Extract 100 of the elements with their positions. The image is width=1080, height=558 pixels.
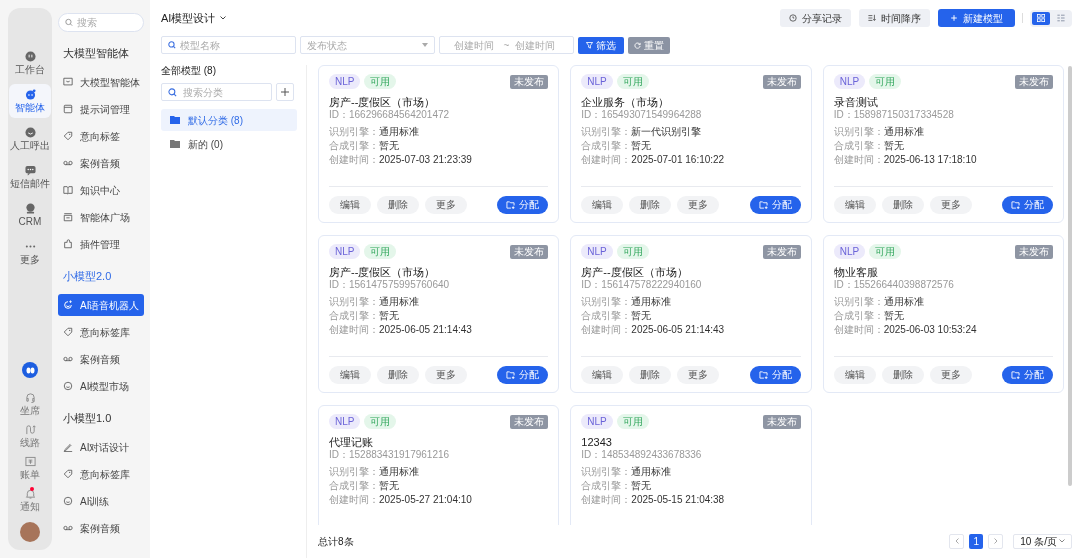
field-label: 合成引擎： [329,139,379,153]
assign-button[interactable]: 分配 [1002,195,1053,214]
model-card[interactable]: NLP 可用 未发布 房产--度假区（市场） ID：156147578222940160 识别引擎：通用标准 合成引擎：暂无 创建时间：2025-06-05 21:14:43 编辑 删除 更多 分配 [570,235,812,393]
assign-button[interactable]: 分配 [497,365,549,384]
sidebar-item[interactable]: 意向标签库 [58,321,144,343]
view-toggle-button[interactable] [1032,11,1050,25]
sidebar-item[interactable]: 案例音频 [58,517,144,539]
card-action-button[interactable]: 删除 [629,365,672,384]
card-action-button[interactable]: 编辑 [833,365,876,384]
message-icon [24,165,36,176]
model-card[interactable]: NLP 可用 未发布 房产--度假区（市场） ID：166296684564201472 识别引擎：通用标准 合成引擎：暂无 创建时间：2025-07-03 21:23:39 编辑 删除 更多 分配 [318,65,560,223]
assign-button[interactable]: 分配 [749,195,801,214]
card-action-button[interactable]: 删除 [377,365,419,384]
filter-button[interactable]: 筛选 [578,36,624,54]
caret-icon[interactable] [220,16,227,20]
message-icon [63,77,73,87]
card-action-button[interactable]: 更多 [929,195,972,214]
sidebar-item[interactable]: 智能体广场 [58,206,144,228]
previous-page-button[interactable] [949,533,965,549]
field-label: 创建时间： [329,493,379,507]
rail-item[interactable]: CRM [9,198,51,232]
header-button[interactable]: 分享记录 [780,9,851,27]
search-box[interactable]: 搜索 [58,13,144,32]
assign-button[interactable]: 分配 [497,195,549,214]
assign-button[interactable]: 分配 [749,365,801,384]
model-card[interactable]: NLP 可用 未发布 物业客服 ID：155266440398872576 识别引擎：通用标准 合成引擎：暂无 创建时间：2025-06-03 10:53:24 编辑 删除 更多 分配 [822,235,1064,393]
avatar[interactable] [20,522,40,542]
sidebar-item[interactable]: 知识中心 [58,179,144,201]
status-dropdown[interactable]: 发布状态 [300,36,435,54]
rail-item[interactable]: 坐席 [20,392,40,416]
header-button[interactable]: 时间降序 [859,9,930,27]
sidebar-item[interactable]: 插件管理 [58,233,144,255]
clock-icon [789,14,797,22]
status-badge: 未发布 [510,414,549,429]
folder-plus-icon [758,370,768,379]
sidebar-item[interactable]: AI模型市场 [58,375,144,397]
card-action-button[interactable]: 编辑 [833,195,876,214]
card-action-button[interactable]: 更多 [677,195,720,214]
category-search-box[interactable]: 搜索分类 [161,83,272,101]
end-date-field[interactable]: 创建时间 [515,37,560,53]
page-button[interactable]: 1 [969,533,984,549]
scrollbar[interactable] [1068,66,1072,486]
rail-item[interactable]: 人工呼出 [9,122,51,156]
rail-item[interactable]: 短信邮件 [9,160,51,194]
rail-item[interactable]: 通知 [20,488,40,512]
sidebar-item[interactable]: 提示词管理 [58,98,144,120]
rail-item[interactable]: 更多 [9,236,51,270]
field-label: 识别引擎： [833,125,884,139]
rail-item[interactable]: 智能体 [9,84,51,118]
assign-button[interactable]: 分配 [1002,365,1053,384]
search-icon [168,87,177,97]
card-action-button[interactable]: 更多 [929,365,972,384]
card-action-button[interactable]: 更多 [677,365,720,384]
category-item[interactable]: 新的 (0) [161,133,297,155]
category-item[interactable]: 默认分类 (8) [161,109,297,131]
sidebar-item[interactable]: 案例音频 [58,348,144,370]
field-value: 暂无 [379,139,399,153]
sidebar-item[interactable]: AI对话设计 [58,436,144,458]
card-action-button[interactable]: 编辑 [329,365,371,384]
model-card[interactable]: NLP 可用 未发布 企业服务（市场） ID：165493071549964288 识别引擎：新一代识别引擎 合成引擎：暂无 创建时间：2025-07-01 16:10:22 编辑 删除 更多 分配 [570,65,812,223]
search-field[interactable]: 搜索 [77,15,137,30]
model-card[interactable]: NLP 可用 未发布 录音测试 ID：158987150317334528 识别引擎：通用标准 合成引擎：暂无 创建时间：2025-06-13 17:18:10 编辑 删除 更多 分配 [822,65,1064,223]
model-id: ID：158987150317334528 [833,109,955,121]
model-name: 房产--度假区（市场） [329,265,437,279]
next-page-button[interactable] [988,533,1004,549]
model-card[interactable]: NLP 可用 未发布 12343 ID：148534892433678336 识别引擎：通用标准 合成引擎：暂无 创建时间：2025-05-15 21:04:38 [570,405,812,525]
model-card[interactable]: NLP 可用 未发布 代理记账 ID：152883431917961216 识别引擎：通用标准 合成引擎：暂无 创建时间：2025-05-27 21:04:10 [318,405,560,525]
status-select[interactable]: 发布状态 [307,37,422,53]
route-icon [24,424,36,435]
card-action-button[interactable]: 编辑 [581,365,624,384]
sidebar-item[interactable]: AI语音机器人 [58,294,144,316]
start-date-field[interactable]: 创建时间 [453,37,498,53]
funnel-icon [586,41,593,49]
card-action-button[interactable]: 编辑 [581,195,624,214]
sidebar-item[interactable]: 案例音频 [58,152,144,174]
card-action-button[interactable]: 删除 [377,195,419,214]
tag-icon [63,327,73,337]
model-name-field[interactable]: 模型名称 [180,37,289,53]
card-action-button[interactable]: 更多 [425,195,467,214]
rail-item[interactable]: 账单 [20,456,40,480]
card-action-button[interactable]: 删除 [629,195,672,214]
model-id: ID：152883431917961216 [329,449,451,461]
model-name-box[interactable]: 模型名称 [161,36,296,54]
card-action-button[interactable]: 删除 [881,365,924,384]
tag: NLP [833,244,866,259]
rail-item[interactable]: 工作台 [9,46,51,80]
card-action-button[interactable]: 编辑 [329,195,371,214]
page-size-select[interactable]: 10 条/页 [1013,533,1072,549]
model-card[interactable]: NLP 可用 未发布 房产--度假区（市场） ID：156147575995760640 识别引擎：通用标准 合成引擎：暂无 创建时间：2025-06-05 21:14:43 编辑 删除 更多 分配 [318,235,560,393]
category-search-field[interactable]: 搜索分类 [183,84,265,100]
add-category-button[interactable] [276,83,294,101]
card-action-button[interactable]: 更多 [425,365,467,384]
sidebar-item[interactable]: 意向标签库 [58,463,144,485]
header-button[interactable]: 新建模型 [938,9,1015,27]
sidebar-item[interactable]: 大模型智能体 [58,71,144,93]
card-action-button[interactable]: 删除 [881,195,924,214]
sidebar-item[interactable]: 意向标签 [58,125,144,147]
sidebar-item[interactable]: AI训练 [58,490,144,512]
field-label: 合成引擎： [581,309,632,323]
rail-item[interactable]: 线路 [20,424,40,448]
